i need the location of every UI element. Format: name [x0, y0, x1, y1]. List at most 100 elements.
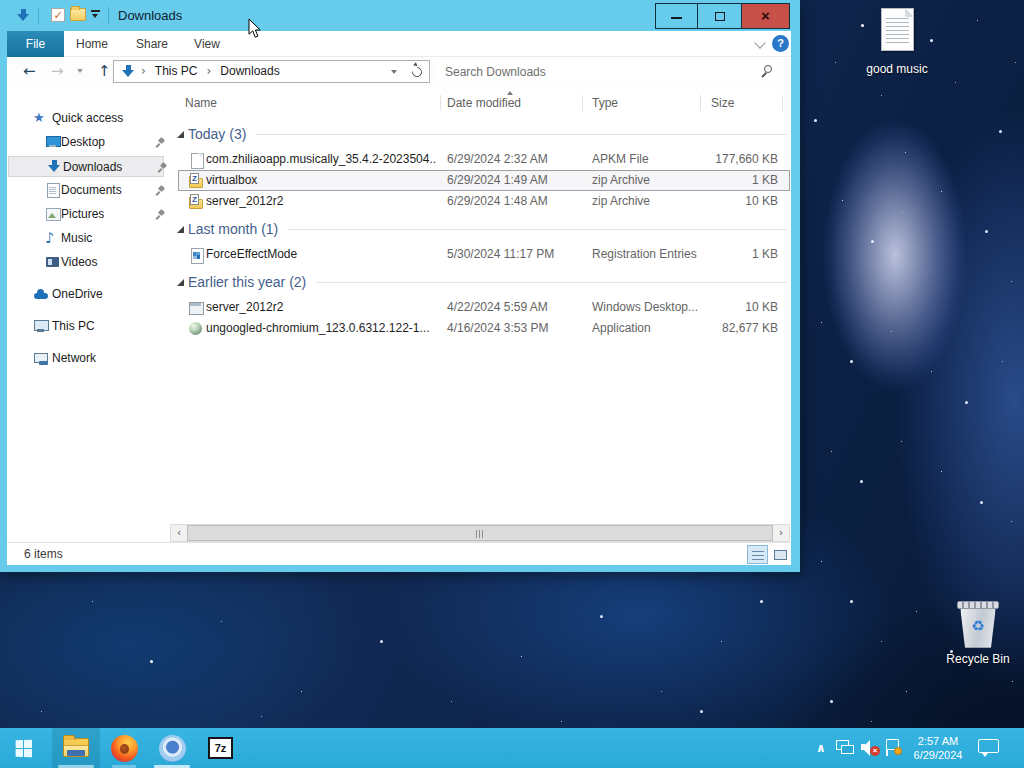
name-cell: ungoogled-chromium_123.0.6312.122-1...	[206, 319, 436, 338]
help-button[interactable]: ?	[772, 35, 789, 52]
search-icon	[764, 65, 772, 73]
group-label: Earlier this year (2)	[188, 272, 306, 293]
qat-new-folder-icon[interactable]	[70, 8, 86, 21]
file-icon	[188, 152, 204, 168]
group-header[interactable]: Earlier this year (2)	[7, 272, 791, 293]
name-cell: virtualbox	[206, 171, 436, 190]
remote-desktop-file-icon	[188, 300, 204, 316]
network-icon[interactable]	[836, 740, 855, 755]
title-bar[interactable]: ✓ Downloads ×	[0, 0, 800, 31]
size-cell: 177,660 KB	[658, 150, 778, 169]
column-header-size[interactable]: Size	[711, 92, 734, 114]
volume-muted-icon[interactable]: ×	[861, 740, 881, 756]
recent-locations-chevron-icon[interactable]	[77, 69, 83, 76]
size-cell: 10 KB	[658, 192, 778, 211]
zip-archive-icon: Z	[188, 194, 204, 210]
forward-button[interactable]: →	[51, 57, 64, 86]
tab-view[interactable]: View	[194, 31, 220, 57]
back-button[interactable]: ←	[23, 57, 36, 86]
size-cell: 1 KB	[658, 245, 778, 264]
nav-item-network[interactable]: Network	[7, 348, 170, 369]
group-collapse-icon[interactable]	[177, 279, 184, 286]
group-header[interactable]: Last month (1)	[7, 219, 791, 240]
column-headers: Name Date modified Type Size	[170, 92, 791, 114]
name-cell: server_2012r2	[206, 298, 436, 317]
text-file-icon	[881, 8, 914, 51]
file-explorer-icon	[63, 738, 89, 757]
action-flag-icon[interactable]	[885, 739, 903, 756]
desktop-icon-good-music[interactable]: good music	[852, 6, 942, 78]
registry-file-icon	[188, 247, 204, 263]
clock-time: 2:57 AM	[908, 734, 968, 748]
type-cell: zip Archive	[592, 171, 650, 190]
qat-properties-icon[interactable]: ✓	[51, 8, 65, 22]
name-cell: ForceEffectMode	[206, 245, 436, 264]
start-button[interactable]	[0, 728, 48, 768]
column-header-type[interactable]: Type	[592, 92, 618, 114]
address-dropdown-chevron-icon[interactable]	[391, 70, 397, 77]
thumbnail-view-button[interactable]	[770, 545, 791, 564]
net-icon	[33, 350, 49, 366]
taskbar-file-explorer[interactable]	[52, 728, 100, 768]
date-cell: 6/29/2024 1:48 AM	[447, 192, 548, 211]
maximize-button[interactable]	[697, 3, 742, 29]
desktop-icon-label: Recycle Bin	[933, 652, 1023, 666]
minimize-button[interactable]	[655, 3, 698, 29]
file-row-com-zhiliaoapp-musically-35-4-[interactable]: com.zhiliaoapp.musically_35.4.2-2023504.…	[178, 149, 790, 170]
name-cell: server_2012r2	[206, 192, 436, 211]
search-box[interactable]	[437, 60, 782, 83]
refresh-icon[interactable]	[410, 65, 424, 79]
address-bar[interactable]: › This PC › Downloads	[113, 60, 430, 83]
taskbar-firefox[interactable]	[100, 728, 148, 768]
file-row-forceeffectmode[interactable]: ForceEffectMode5/30/2024 11:17 PMRegistr…	[178, 244, 790, 265]
file-list: Today (3) com.zhiliaoapp.musically_35.4.2…	[7, 124, 791, 346]
name-cell: com.zhiliaoapp.musically_35.4.2-2023504.…	[206, 150, 436, 169]
file-row-server-2012r2[interactable]: server_2012r24/22/2024 5:59 AMWindows De…	[178, 297, 790, 318]
taskbar: 7z ∧ × 2:57 AM 6/29/2024	[0, 728, 1024, 768]
scrollbar-thumb[interactable]	[187, 525, 773, 541]
firefox-icon	[111, 735, 138, 762]
status-bar: 6 items	[7, 542, 791, 565]
tray-clock[interactable]: 2:57 AM 6/29/2024	[908, 734, 968, 762]
breadcrumb-downloads[interactable]: Downloads	[220, 61, 279, 82]
item-count: 6 items	[24, 543, 63, 565]
desktop-icon-recycle-bin[interactable]: ♻ Recycle Bin	[945, 596, 1011, 672]
zip-archive-icon: Z	[188, 173, 204, 189]
window-title: Downloads	[118, 0, 182, 31]
notification-icon[interactable]	[978, 739, 1000, 756]
file-row-virtualbox[interactable]: Zvirtualbox6/29/2024 1:49 AMzip Archive1…	[178, 170, 790, 191]
taskbar-chromium[interactable]	[148, 728, 196, 768]
up-button[interactable]: ↑	[98, 57, 111, 86]
scroll-right-icon[interactable]: ›	[773, 525, 789, 541]
group-header[interactable]: Today (3)	[7, 124, 791, 145]
close-button[interactable]: ×	[741, 3, 790, 29]
group-collapse-icon[interactable]	[177, 226, 184, 233]
tray-expand-chevron-icon[interactable]: ∧	[816, 734, 826, 762]
scroll-left-icon[interactable]: ‹	[171, 525, 187, 541]
search-input[interactable]	[437, 60, 782, 83]
type-cell: APKM File	[592, 150, 649, 169]
size-cell: 82,677 KB	[658, 319, 778, 338]
application-icon	[188, 321, 204, 337]
date-cell: 4/16/2024 3:53 PM	[447, 319, 548, 338]
file-row-ungoogled-chromium-123-0-6312-[interactable]: ungoogled-chromium_123.0.6312.122-1... 4/…	[178, 318, 790, 339]
horizontal-scrollbar[interactable]: ‹ ›	[170, 524, 790, 542]
file-row-server-2012r2[interactable]: Zserver_2012r26/29/2024 1:48 AMzip Archi…	[178, 191, 790, 212]
ribbon-expand-chevron-icon[interactable]	[754, 37, 765, 48]
date-cell: 5/30/2024 11:17 PM	[447, 245, 554, 264]
tab-file[interactable]: File	[7, 31, 64, 57]
column-header-date[interactable]: Date modified	[447, 92, 521, 114]
date-cell: 6/29/2024 1:49 AM	[447, 171, 548, 190]
7zip-icon: 7z	[208, 737, 233, 759]
taskbar-7zip[interactable]: 7z	[196, 728, 244, 768]
breadcrumb-this-pc[interactable]: This PC	[155, 61, 198, 82]
mouse-cursor	[248, 18, 262, 39]
chromium-icon	[159, 735, 186, 762]
qat-customize-chevron-icon[interactable]	[90, 9, 102, 21]
group-collapse-icon[interactable]	[177, 131, 184, 138]
tab-home[interactable]: Home	[76, 31, 108, 57]
column-header-name[interactable]: Name	[185, 92, 217, 114]
window-icon	[16, 8, 31, 23]
details-view-button[interactable]	[747, 545, 768, 564]
tab-share[interactable]: Share	[136, 31, 168, 57]
